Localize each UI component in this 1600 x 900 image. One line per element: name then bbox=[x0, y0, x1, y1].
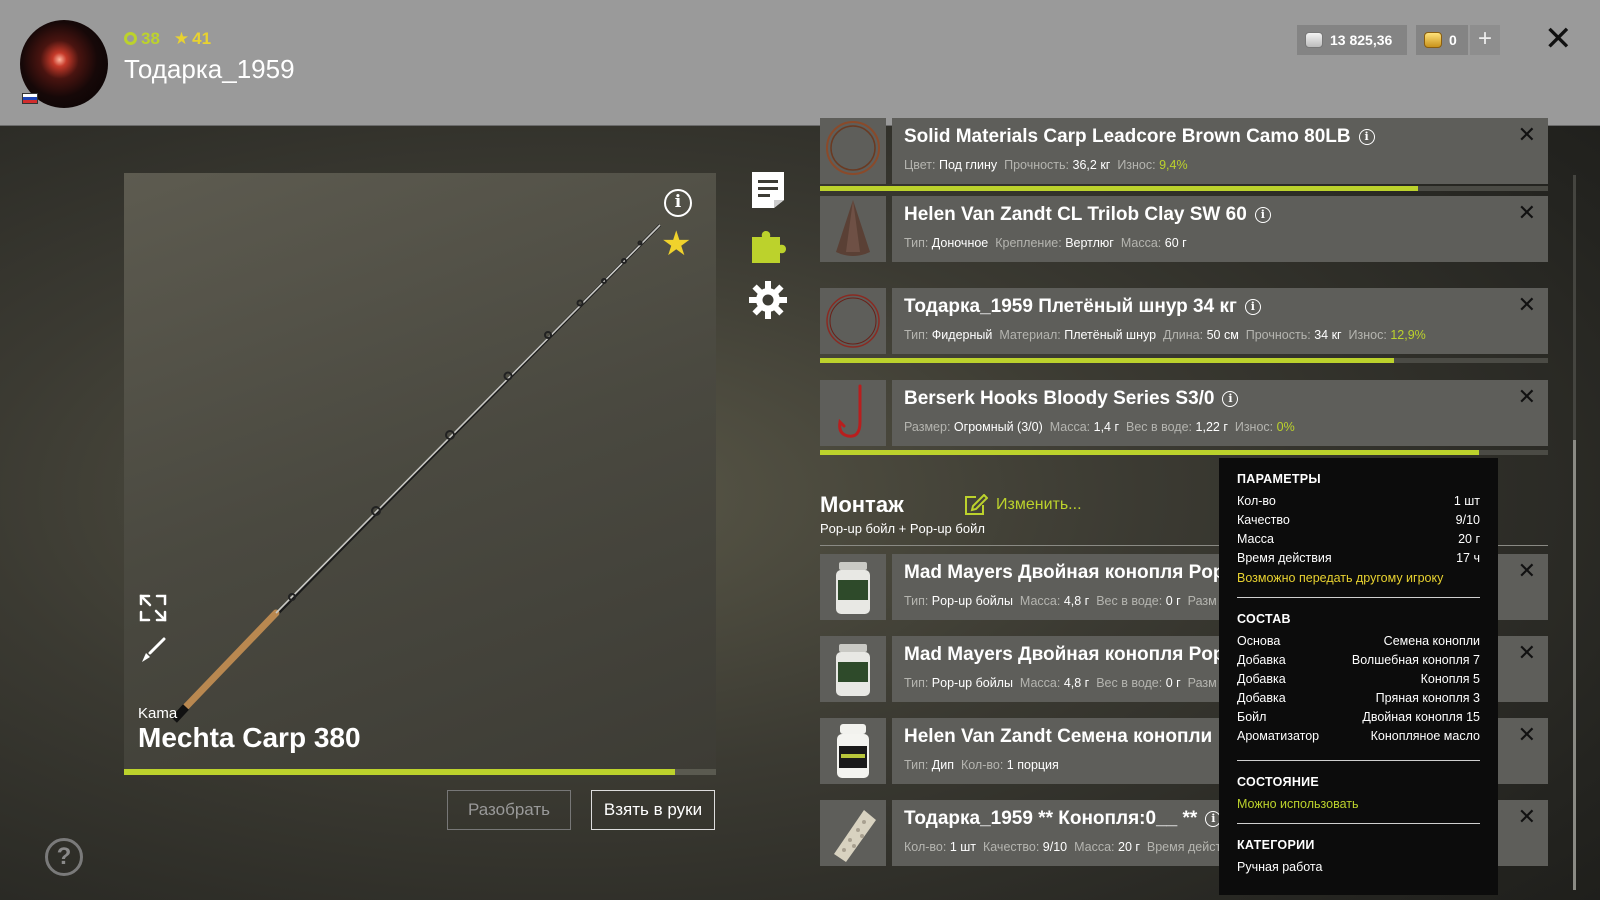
tooltip-row: Добавка Пряная конопля 3 bbox=[1237, 691, 1480, 705]
transfer-note: Возможно передать другому игроку bbox=[1237, 571, 1444, 585]
item-props: Тип: Дип Кол-во: 1 порция bbox=[904, 758, 1059, 772]
close-icon[interactable]: ✕ bbox=[1518, 122, 1536, 148]
leadcore-thumbnail bbox=[820, 118, 886, 184]
tooltip-row: Бойл Двойная конопля 15 bbox=[1237, 710, 1480, 724]
montage-subtitle: Pop-up бойл + Pop-up бойл bbox=[820, 521, 985, 536]
close-icon[interactable]: ✕ bbox=[1518, 200, 1536, 226]
close-icon[interactable]: ✕ bbox=[1518, 722, 1536, 748]
item-name: Тодарка_1959 Плетёный шнур 34 кг bbox=[904, 296, 1237, 317]
divider bbox=[1237, 597, 1480, 598]
info-icon[interactable]: i bbox=[1254, 207, 1271, 223]
state-value: Можно использовать bbox=[1237, 797, 1359, 811]
favorite-star-icon[interactable]: ★ bbox=[661, 227, 691, 261]
close-icon[interactable]: ✕ bbox=[1518, 558, 1536, 584]
tooltip-row: Кол-во 1 шт bbox=[1237, 494, 1480, 508]
close-icon[interactable]: ✕ bbox=[1518, 804, 1536, 830]
category-value: Ручная работа bbox=[1237, 860, 1323, 874]
tooltip-row: Время действия 17 ч bbox=[1237, 551, 1480, 565]
item-name: Mad Mayers Двойная конопля PopUp bbox=[904, 562, 1250, 583]
close-icon[interactable]: ✕ bbox=[1518, 292, 1536, 318]
list-item[interactable]: Helen Van Zandt CL Trilob Clay SW 60 i Ти… bbox=[820, 196, 1548, 262]
info-icon[interactable]: i bbox=[1358, 129, 1375, 145]
dip-bottle-thumbnail bbox=[820, 718, 886, 784]
item-name: Solid Materials Carp Leadcore Brown Camo… bbox=[904, 126, 1351, 147]
tooltip-row: Добавка Конопля 5 bbox=[1237, 672, 1480, 686]
item-props: Кол-во: 1 шт Качество: 9/10 Масса: 20 г … bbox=[904, 840, 1222, 854]
item-name: Helen Van Zandt CL Trilob Clay SW 60 bbox=[904, 204, 1247, 225]
list-item[interactable]: Solid Materials Carp Leadcore Brown Camo… bbox=[820, 118, 1548, 184]
expand-icon[interactable] bbox=[138, 593, 168, 623]
wear-fill bbox=[820, 450, 1479, 455]
help-icon[interactable]: ? bbox=[45, 838, 83, 876]
rod-name: Mechta Carp 380 bbox=[138, 722, 361, 753]
level-ring-icon bbox=[124, 32, 137, 45]
tooltip-row: Ароматизатор Конопляное масло bbox=[1237, 729, 1480, 743]
item-props: Тип: Pop-up бойлы Масса: 4,8 г Вес в вод… bbox=[904, 594, 1217, 608]
brush-icon[interactable] bbox=[138, 635, 168, 665]
boilie-jar-thumbnail bbox=[820, 554, 886, 620]
player-rank: ★ 41 bbox=[173, 29, 212, 48]
info-icon[interactable]: i bbox=[1222, 391, 1239, 407]
tooltip-section-title: КАТЕГОРИИ bbox=[1237, 838, 1315, 852]
rod-brand: Kama bbox=[138, 705, 178, 722]
wear-fill bbox=[820, 358, 1394, 363]
rod-image bbox=[171, 223, 662, 723]
rank-star-icon: ★ bbox=[173, 29, 190, 48]
notes-icon[interactable] bbox=[748, 170, 788, 210]
player-levels: 38 ★ 41 bbox=[124, 29, 211, 49]
edit-montage-button[interactable]: Изменить... bbox=[964, 494, 1082, 516]
wear-fill bbox=[820, 186, 1418, 191]
sinker-thumbnail bbox=[820, 196, 886, 262]
tooltip-row: Качество 9/10 bbox=[1237, 513, 1480, 527]
tooltip-section-title: ПАРАМЕТРЫ bbox=[1237, 472, 1321, 486]
item-props: Тип: Фидерный Материал: Плетёный шнур Дл… bbox=[904, 328, 1426, 342]
edit-icon bbox=[965, 494, 988, 515]
close-icon[interactable]: ✕ bbox=[1544, 22, 1573, 56]
item-props: Тип: Доночное Крепление: Вертлюг Масса: … bbox=[904, 236, 1187, 250]
wear-bar bbox=[820, 450, 1548, 455]
item-props: Размер: Огромный (3/0) Масса: 1,4 г Вес … bbox=[904, 420, 1295, 434]
hook-thumbnail bbox=[820, 380, 886, 446]
item-name: Тодарка_1959 ** Конопля:0__ ** bbox=[904, 808, 1198, 829]
rod-wear-bar bbox=[124, 769, 716, 775]
braided-line-thumbnail bbox=[820, 288, 886, 354]
player-level: 38 bbox=[124, 29, 160, 49]
rod-info-icon[interactable]: i bbox=[664, 189, 692, 217]
item-props: Цвет: Под глину Прочность: 36,2 кг Износ… bbox=[904, 158, 1188, 172]
close-icon[interactable]: ✕ bbox=[1518, 640, 1536, 666]
list-item[interactable]: Berserk Hooks Bloody Series S3/0 i Размер… bbox=[820, 380, 1548, 446]
disassemble-button[interactable]: Разобрать bbox=[447, 790, 571, 830]
take-in-hands-button[interactable]: Взять в руки bbox=[591, 790, 715, 830]
tooltip-section-title: СОСТАВ bbox=[1237, 612, 1291, 626]
rod-wear-fill bbox=[124, 769, 675, 775]
tooltip-row: Масса 20 г bbox=[1237, 532, 1480, 546]
item-name: Berserk Hooks Bloody Series S3/0 bbox=[904, 388, 1215, 409]
tooltip-section-title: СОСТОЯНИЕ bbox=[1237, 775, 1320, 789]
username: Тодарка_1959 bbox=[124, 54, 295, 84]
tooltip-row: Добавка Волшебная конопля 7 bbox=[1237, 653, 1480, 667]
divider bbox=[1237, 760, 1480, 761]
country-flag-icon bbox=[22, 93, 38, 104]
info-icon[interactable]: i bbox=[1244, 299, 1261, 315]
tooltip-row: Основа Семена конопли bbox=[1237, 634, 1480, 648]
rod-preview-panel: i ★ Kama Mechta Carp 380 bbox=[124, 173, 716, 769]
divider bbox=[1237, 823, 1480, 824]
close-icon[interactable]: ✕ bbox=[1518, 384, 1536, 410]
gear-icon[interactable] bbox=[748, 280, 788, 320]
item-name: Helen Van Zandt Семена конопли bbox=[904, 726, 1213, 747]
item-props: Тип: Pop-up бойлы Масса: 4,8 г Вес в вод… bbox=[904, 676, 1217, 690]
scrollbar-thumb[interactable] bbox=[1573, 440, 1576, 890]
item-name: Mad Mayers Двойная конопля PopUp bbox=[904, 644, 1250, 665]
puzzle-icon[interactable] bbox=[748, 225, 788, 265]
boilie-bag-thumbnail bbox=[820, 800, 886, 866]
list-scrollbar[interactable] bbox=[1573, 175, 1576, 890]
list-item[interactable]: Тодарка_1959 Плетёный шнур 34 кг i Тип: Ф… bbox=[820, 288, 1548, 354]
boilie-jar-thumbnail bbox=[820, 636, 886, 702]
montage-title: Монтаж bbox=[820, 492, 904, 517]
item-tooltip: ПАРАМЕТРЫ Кол-во 1 шт Качество 9/10 Масса 2… bbox=[1219, 458, 1498, 895]
wear-bar bbox=[820, 186, 1548, 191]
wear-bar bbox=[820, 358, 1548, 363]
